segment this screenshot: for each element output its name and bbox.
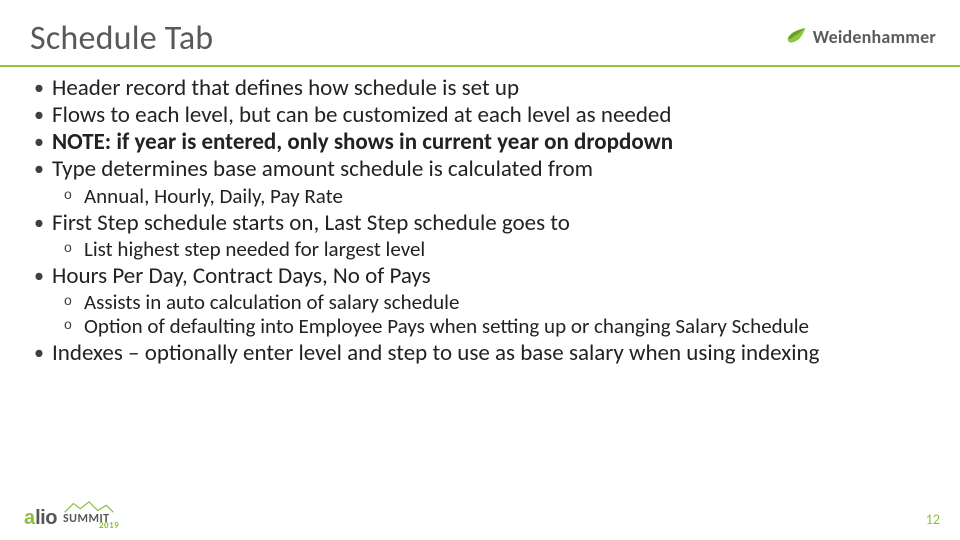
footer: a lio SUMMIT 2019 12 (0, 500, 960, 530)
sub-list-item: Assists in auto calculation of salary sc… (24, 290, 936, 314)
slide: Schedule Tab Weidenhammer Header record … (0, 0, 960, 540)
bullet-list: Indexes – optionally enter level and ste… (24, 340, 936, 367)
bullet-list: Header record that defines how schedule … (24, 75, 936, 184)
sub-list: Annual, Hourly, Daily, Pay Rate (24, 184, 936, 208)
logo-rest: lio (35, 507, 57, 530)
sub-list: Assists in auto calculation of salary sc… (24, 290, 936, 338)
sub-bullet-text: Annual, Hourly, Daily, Pay Rate (84, 183, 343, 209)
year-text: 2019 (99, 522, 119, 530)
brand-logo: Weidenhammer (785, 26, 936, 48)
bullet-text: Indexes – optionally enter level and ste… (52, 339, 819, 367)
bullet-text: Hours Per Day, Contract Days, No of Pays (52, 262, 431, 290)
list-item: Header record that defines how schedule … (24, 75, 936, 102)
sub-bullet-text: Option of defaulting into Employee Pays … (84, 313, 809, 339)
bullet-text: Type determines base amount schedule is … (52, 155, 593, 183)
list-item: Type determines base amount schedule is … (24, 156, 936, 183)
brand-name: Weidenhammer (813, 26, 936, 48)
logo-prefix: a (24, 507, 35, 530)
list-item: Flows to each level, but can be customiz… (24, 102, 936, 129)
bullet-list: First Step schedule starts on, Last Step… (24, 210, 936, 237)
leaf-icon (785, 26, 807, 48)
summit-block: SUMMIT 2019 (63, 500, 119, 530)
sub-bullet-text: Assists in auto calculation of salary sc… (84, 289, 459, 315)
sub-list: List highest step needed for largest lev… (24, 237, 936, 261)
list-item: Indexes – optionally enter level and ste… (24, 340, 936, 367)
alio-word: a lio (24, 507, 57, 530)
list-item: Hours Per Day, Contract Days, No of Pays (24, 263, 936, 290)
sub-list-item: Option of defaulting into Employee Pays … (24, 314, 936, 338)
sub-bullet-text: List highest step needed for largest lev… (84, 236, 425, 262)
bullet-text: Flows to each level, but can be customiz… (52, 101, 671, 129)
list-item: NOTE: if year is entered, only shows in … (24, 129, 936, 156)
content: Header record that defines how schedule … (0, 67, 960, 367)
bullet-text: First Step schedule starts on, Last Step… (52, 209, 570, 237)
bullet-text: Header record that defines how schedule … (52, 74, 519, 102)
sub-list-item: Annual, Hourly, Daily, Pay Rate (24, 184, 936, 208)
sub-list-item: List highest step needed for largest lev… (24, 237, 936, 261)
bullet-text: NOTE: if year is entered, only shows in … (52, 128, 673, 156)
bullet-list: Hours Per Day, Contract Days, No of Pays (24, 263, 936, 290)
footer-logo: a lio SUMMIT 2019 (24, 500, 119, 530)
list-item: First Step schedule starts on, Last Step… (24, 210, 936, 237)
page-number: 12 (926, 511, 940, 528)
